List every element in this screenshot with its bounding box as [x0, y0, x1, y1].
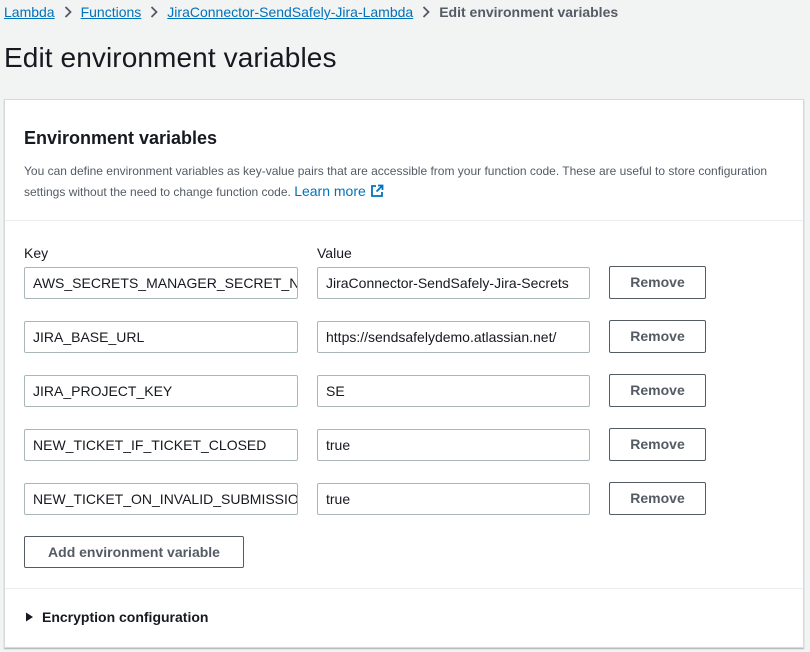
encryption-configuration-label: Encryption configuration: [42, 609, 209, 625]
env-var-row: NEW_TICKET_ON_INVALID_SUBMISSION true Re…: [5, 482, 803, 517]
breadcrumb-current: Edit environment variables: [439, 4, 619, 20]
external-link-icon: [370, 183, 384, 203]
chevron-right-icon: [422, 6, 430, 18]
chevron-right-icon: [150, 6, 159, 18]
value-input[interactable]: https://sendsafelydemo.atlassian.net/: [317, 321, 590, 353]
panel-description: You can define environment variables as …: [24, 161, 794, 203]
breadcrumb: Lambda Functions JiraConnector-SendSafel…: [4, 3, 618, 21]
breadcrumb-functions-link[interactable]: Functions: [81, 4, 142, 20]
value-input[interactable]: JiraConnector-SendSafely-Jira-Secrets: [317, 267, 590, 299]
learn-more-link[interactable]: Learn more: [294, 183, 384, 199]
panel-title: Environment variables: [24, 128, 218, 148]
breadcrumb-function-link[interactable]: JiraConnector-SendSafely-Jira-Lambda: [167, 4, 413, 20]
key-input[interactable]: JIRA_BASE_URL: [24, 321, 298, 353]
panel-header: Environment variables You can define env…: [5, 100, 803, 221]
value-input[interactable]: true: [317, 483, 590, 515]
chevron-right-icon: [64, 6, 72, 18]
key-column-label: Key: [24, 245, 49, 261]
value-input[interactable]: true: [317, 429, 590, 461]
env-var-row: AWS_SECRETS_MANAGER_SECRET_NAM JiraConne…: [5, 266, 803, 301]
value-column-label: Value: [317, 245, 352, 261]
breadcrumb-lambda-link[interactable]: Lambda: [4, 4, 55, 20]
env-var-row: JIRA_BASE_URL https://sendsafelydemo.atl…: [5, 320, 803, 355]
env-var-row: NEW_TICKET_IF_TICKET_CLOSED true Remove: [5, 428, 803, 463]
remove-button[interactable]: Remove: [609, 320, 706, 353]
caret-right-icon: [25, 612, 34, 622]
learn-more-label: Learn more: [294, 183, 366, 199]
remove-button[interactable]: Remove: [609, 428, 706, 461]
key-input[interactable]: JIRA_PROJECT_KEY: [24, 375, 298, 407]
key-input[interactable]: NEW_TICKET_ON_INVALID_SUBMISSION: [24, 483, 298, 515]
key-input[interactable]: NEW_TICKET_IF_TICKET_CLOSED: [24, 429, 298, 461]
remove-button[interactable]: Remove: [609, 266, 706, 299]
divider: [5, 588, 803, 589]
page-title: Edit environment variables: [4, 42, 337, 73]
value-input[interactable]: SE: [317, 375, 590, 407]
description-text: You can define environment variables as …: [24, 164, 768, 199]
env-var-row: JIRA_PROJECT_KEY SE Remove: [5, 374, 803, 409]
encryption-configuration-expander[interactable]: Encryption configuration: [25, 609, 208, 625]
remove-button[interactable]: Remove: [609, 482, 706, 515]
environment-variables-panel: Environment variables You can define env…: [4, 99, 804, 648]
remove-button[interactable]: Remove: [609, 374, 706, 407]
key-input[interactable]: AWS_SECRETS_MANAGER_SECRET_NAM: [24, 267, 298, 299]
add-environment-variable-button[interactable]: Add environment variable: [24, 536, 244, 568]
